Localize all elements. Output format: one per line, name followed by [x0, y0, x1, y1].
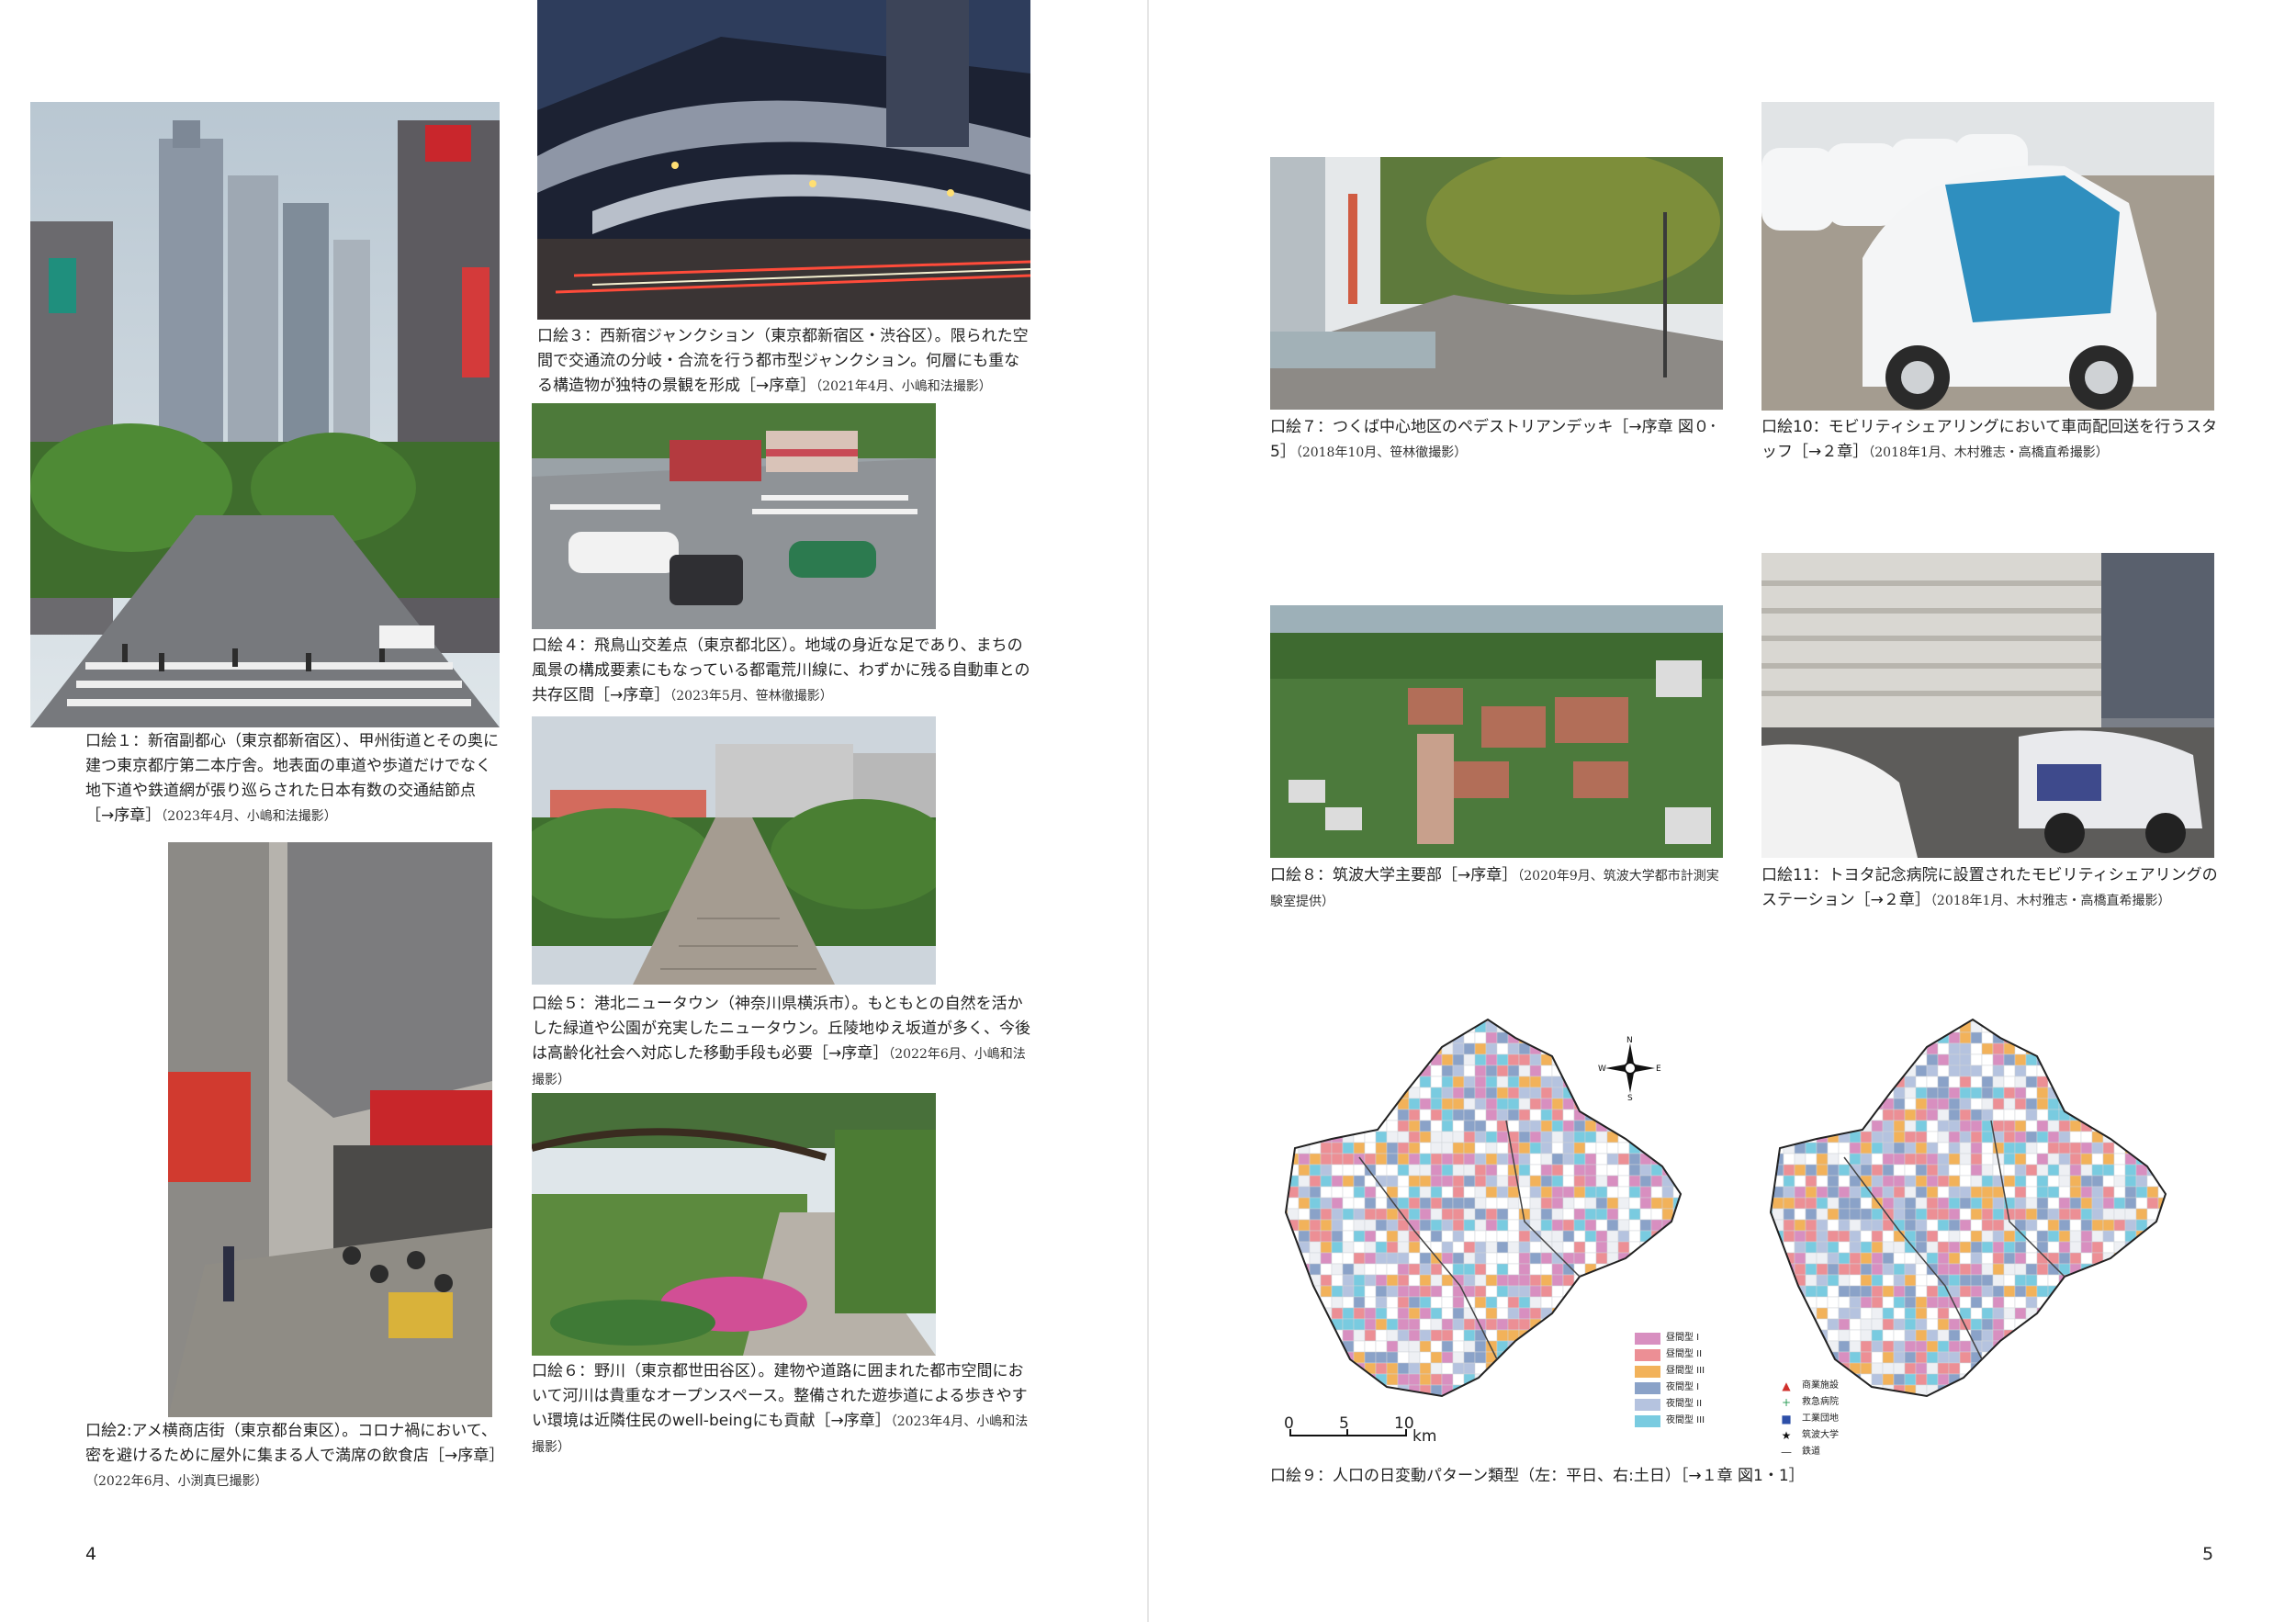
legend-swatch [1635, 1414, 1660, 1427]
facility-legend-item: ▲ 商業施設 [1780, 1378, 1839, 1394]
facility-legend-item: + 救急病院 [1780, 1394, 1839, 1411]
pattern-legend: 昼間型 I 昼間型 II 昼間型 III 夜間型 I 夜間型 II 夜間型 III [1635, 1330, 1705, 1429]
legend-symbol-icon: — [1781, 1446, 1792, 1459]
figure-caption-5: 口絵５：港北ニュータウン（神奈川県横浜市）。もともとの自然を活かした緑道や公園が… [532, 995, 1030, 1087]
pattern-legend-item: 夜間型 III [1635, 1413, 1705, 1429]
legend-label: 工業団地 [1802, 1414, 1839, 1424]
figure-caption-9: 口絵９：人口の日変動パターン類型（左：平日、右:土日）［→１章 図1・1］ [1270, 1467, 1805, 1485]
legend-label: 昼間型 I [1666, 1333, 1700, 1343]
street-cafe-photo [168, 842, 492, 1417]
legend-swatch [1635, 1348, 1660, 1361]
micro-ev-photo [1761, 102, 2214, 411]
figure-caption-7: 口絵７：つくば中心地区のペデストリアンデッキ［→序章 図０･5］（2018年10… [1270, 418, 1717, 461]
facility-legend-item: ★ 筑波大学 [1780, 1427, 1839, 1444]
legend-swatch [1635, 1381, 1660, 1394]
legend-label: 夜間型 III [1666, 1415, 1705, 1425]
scale-label-10: 10 [1394, 1414, 1414, 1433]
legend-label: 夜間型 I [1666, 1382, 1700, 1392]
legend-swatch [1635, 1365, 1660, 1378]
river-promenade-photo [532, 1093, 936, 1356]
legend-label: 救急病院 [1802, 1397, 1839, 1407]
legend-label: 筑波大学 [1802, 1430, 1839, 1440]
hospital-station-photo [1761, 553, 2214, 858]
compass-west: W [1598, 1064, 1606, 1074]
campus-aerial-photo [1270, 605, 1723, 858]
facility-legend-item: — 鉄道 [1780, 1444, 1839, 1460]
figure-caption-10: 口絵10：モビリティシェアリングにおいて車両配回送を行うスタッフ［→２章］（20… [1761, 418, 2218, 461]
figure-caption-1: 口絵１：新宿副都心（東京都新宿区）、甲州街道とその奥に建つ東京都庁第二本庁舎。地… [85, 732, 499, 825]
legend-swatch [1635, 1398, 1660, 1411]
figure-caption-4: 口絵４：飛鳥山交差点（東京都北区）。地域の身近な足であり、まちの風景の構成要素に… [532, 636, 1030, 704]
figure-caption-2: 口絵2:アメ横商店街（東京都台東区）。コロナ禍において、密を避けるために屋外に集… [85, 1422, 505, 1489]
page-number-right: 5 [2202, 1544, 2214, 1564]
legend-label: 鉄道 [1802, 1447, 1820, 1457]
legend-symbol-icon: ▲ [1782, 1380, 1791, 1392]
facility-legend: ▲ 商業施設 + 救急病院 ■ 工業団地 ★ 筑波大学 — 鉄道 [1780, 1378, 1839, 1460]
legend-label: 昼間型 II [1666, 1349, 1703, 1359]
figure-caption-11: 口絵11：トヨタ記念病院に設置されたモビリティシェアリングのステーション［→２章… [1761, 866, 2218, 909]
legend-swatch [1635, 1332, 1660, 1345]
figure-caption-6: 口絵６：野川（東京都世田谷区）。建物や道路に囲まれた都市空間において河川は貴重な… [532, 1362, 1029, 1455]
city-avenue-photo [30, 102, 500, 727]
compass-north: N [1626, 1036, 1633, 1045]
legend-label: 夜間型 II [1666, 1399, 1703, 1409]
scale-unit: km [1412, 1427, 1437, 1446]
new-town-stairs-photo [532, 716, 936, 985]
legend-label: 商業施設 [1802, 1380, 1839, 1391]
scale-bar: 0 5 10 km [1284, 1414, 1468, 1451]
pattern-legend-item: 昼間型 III [1635, 1363, 1705, 1380]
pattern-legend-item: 昼間型 II [1635, 1346, 1705, 1363]
legend-symbol-icon: ★ [1781, 1429, 1792, 1442]
legend-symbol-icon: ■ [1781, 1413, 1792, 1425]
compass-south: S [1627, 1094, 1633, 1100]
page-gutter [1147, 0, 1149, 1622]
facility-legend-item: ■ 工業団地 [1780, 1411, 1839, 1427]
pattern-legend-item: 昼間型 I [1635, 1330, 1705, 1346]
legend-label: 昼間型 III [1666, 1366, 1705, 1376]
legend-symbol-icon: + [1781, 1396, 1792, 1409]
figure-caption-8: 口絵８：筑波大学主要部［→序章］（2020年9月、筑波大学都市計測実験室提供） [1270, 866, 1719, 909]
page-number-left: 4 [85, 1544, 97, 1564]
compass-east: E [1656, 1064, 1661, 1074]
north-arrow-icon: N S E W [1598, 1036, 1662, 1103]
population-map-weekend [1761, 1010, 2184, 1414]
tram-intersection-photo [532, 403, 936, 629]
pedestrian-deck-photo [1270, 157, 1723, 410]
pattern-legend-item: 夜間型 II [1635, 1396, 1705, 1413]
highway-junction-photo [537, 0, 1030, 320]
figure-caption-3: 口絵３：西新宿ジャンクション（東京都新宿区・渋谷区）。限られた空間で交通流の分岐… [537, 327, 1029, 395]
pattern-legend-item: 夜間型 I [1635, 1380, 1705, 1396]
